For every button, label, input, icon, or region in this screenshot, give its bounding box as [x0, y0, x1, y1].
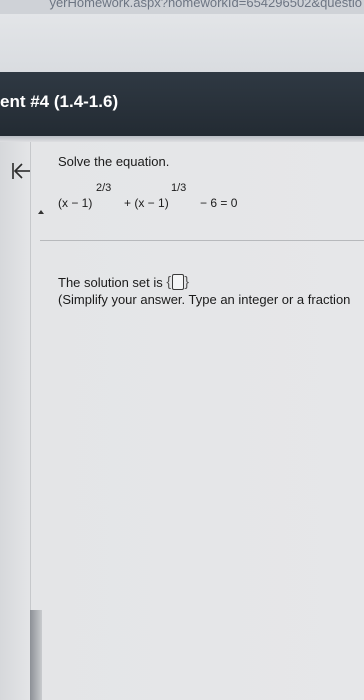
left-rail-shadow: [30, 610, 42, 700]
equation-term-2: + (x − 1): [124, 196, 169, 210]
assignment-title: ent #4 (1.4-1.6): [0, 92, 119, 111]
url-text: yerHomework.aspx?homeworkId=654296502&qu…: [49, 0, 362, 10]
left-brace: {: [166, 273, 172, 289]
back-to-start-button[interactable]: [10, 160, 32, 182]
solution-line: The solution set is { }: [58, 273, 190, 290]
equation-exponent-2: 1/3: [171, 182, 187, 194]
browser-chrome-gap: [0, 14, 364, 72]
question-prompt: Solve the equation.: [58, 154, 170, 169]
equation-rest: − 6 = 0: [200, 196, 238, 210]
browser-url-bar[interactable]: yerHomework.aspx?homeworkId=654296502&qu…: [0, 0, 364, 14]
solution-label: The solution set is: [58, 275, 163, 290]
equation-term-1: (x − 1): [58, 196, 93, 210]
equation-exponent-1: 2/3: [96, 182, 112, 194]
divider: [40, 240, 364, 241]
back-to-start-arrow-icon: [12, 163, 30, 179]
caret-up-icon[interactable]: [38, 210, 44, 214]
assignment-header: ent #4 (1.4-1.6): [0, 72, 364, 136]
answer-input[interactable]: [172, 274, 185, 290]
question-panel: Solve the equation. (x − 1) 2/3 + (x − 1…: [0, 142, 364, 700]
equation: (x − 1) 2/3 + (x − 1) 1/3 − 6 = 0: [58, 182, 358, 216]
answer-hint: (Simplify your answer. Type an integer o…: [58, 292, 351, 307]
right-brace: }: [184, 273, 190, 289]
solution-set-braces: { }: [166, 273, 190, 290]
